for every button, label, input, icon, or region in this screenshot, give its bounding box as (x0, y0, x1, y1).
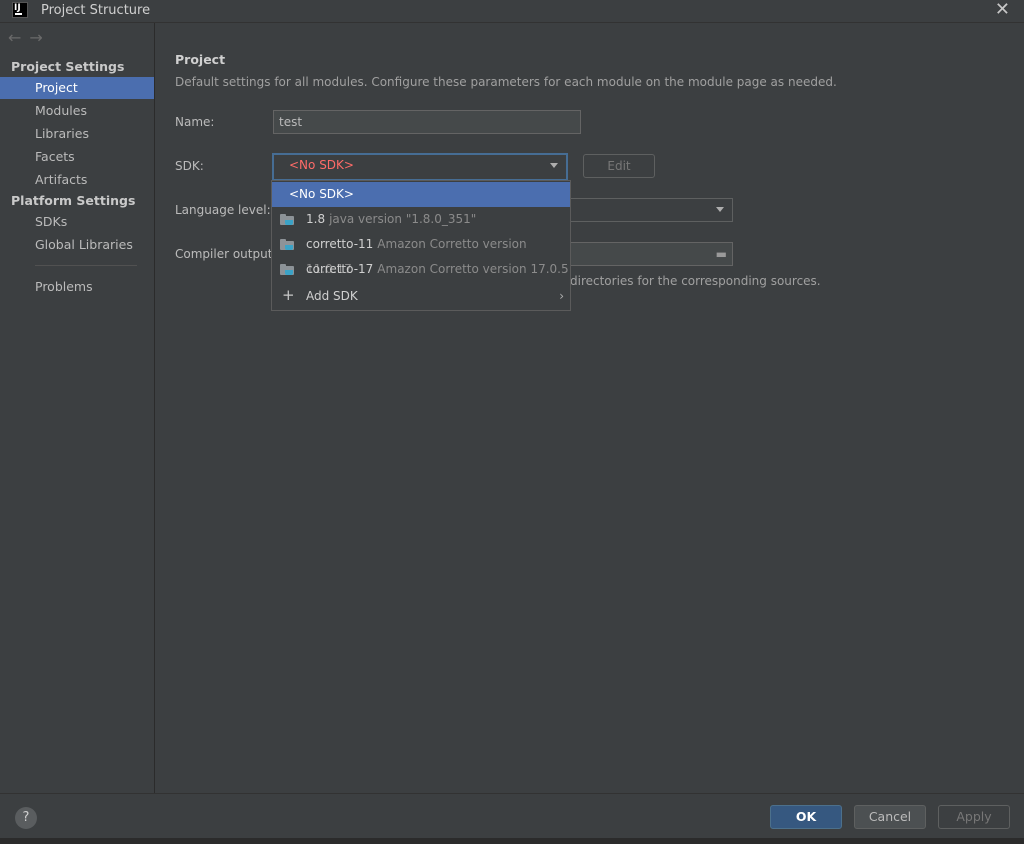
sidebar-item-facets[interactable]: Facets (0, 146, 154, 168)
sidebar-item-modules[interactable]: Modules (0, 100, 154, 122)
sdk-option-version: Amazon Corretto version 17.0.5 (377, 262, 569, 276)
help-icon[interactable]: ? (15, 807, 37, 829)
compiler-output-hint: directories for the corresponding source… (570, 274, 821, 288)
main-panel: Project Default settings for all modules… (155, 23, 1024, 793)
section-project-settings: Project Settings (11, 59, 125, 74)
page-title: Project (175, 52, 226, 67)
name-label: Name: (175, 115, 215, 129)
forward-arrow-icon[interactable]: → (29, 28, 42, 47)
sidebar-divider (35, 265, 137, 266)
apply-button[interactable]: Apply (938, 805, 1010, 829)
plus-icon: + (282, 286, 295, 304)
page-description: Default settings for all modules. Config… (175, 75, 837, 89)
history-nav: ← → (8, 28, 51, 47)
dropdown-caret-icon (550, 163, 558, 168)
sidebar-item-libraries[interactable]: Libraries (0, 123, 154, 145)
name-input[interactable]: test (273, 110, 581, 134)
sidebar-item-problems[interactable]: Problems (0, 276, 154, 298)
sdk-option-name: corretto-17 (306, 262, 374, 276)
cancel-button[interactable]: Cancel (854, 805, 926, 829)
add-sdk-menu-item[interactable]: + Add SDK › (272, 284, 570, 309)
edit-sdk-button[interactable]: Edit (583, 154, 655, 178)
close-icon[interactable]: ✕ (995, 0, 1010, 20)
sidebar-item-project[interactable]: Project (0, 77, 154, 99)
sidebar-item-global-libraries[interactable]: Global Libraries (0, 234, 154, 256)
compiler-output-label: Compiler output: (175, 247, 277, 261)
ok-button[interactable]: OK (770, 805, 842, 829)
intellij-app-icon: IJ (12, 2, 28, 18)
chevron-right-icon: › (559, 289, 564, 303)
sdk-option-label: <No SDK> (289, 187, 354, 201)
sdk-option-corretto-11[interactable]: corretto-11 Amazon Corretto version 11.0.… (272, 232, 570, 276)
sidebar-item-sdks[interactable]: SDKs (0, 211, 154, 233)
sdk-option-version: java version "1.8.0_351" (329, 212, 477, 226)
sdk-option-no-sdk[interactable]: <No SDK> (272, 182, 570, 207)
jdk-folder-icon (280, 214, 294, 225)
language-level-combobox[interactable] (570, 198, 733, 222)
dialog-button-bar: ? OK Cancel Apply (0, 793, 1024, 839)
sdk-option-name: corretto-11 (306, 237, 374, 251)
ide-status-strip (0, 838, 1024, 844)
sidebar-item-artifacts[interactable]: Artifacts (0, 169, 154, 191)
title-bar: IJ Project Structure ✕ (0, 0, 1024, 23)
sdk-selected-value: <No SDK> (289, 158, 354, 172)
sidebar: ← → Project Settings Project Modules Libr… (0, 23, 155, 793)
back-arrow-icon[interactable]: ← (8, 28, 21, 47)
language-level-label: Language level: (175, 203, 271, 217)
folder-icon[interactable]: ▬ (716, 247, 727, 261)
compiler-output-input[interactable]: ▬ (570, 242, 733, 266)
sdk-option-name: 1.8 (306, 212, 326, 226)
add-sdk-label: Add SDK (306, 289, 358, 303)
jdk-folder-icon (280, 264, 294, 275)
section-platform-settings: Platform Settings (11, 193, 136, 208)
sdk-option-corretto-17[interactable]: corretto-17 Amazon Corretto version 17.0.… (272, 257, 570, 282)
jdk-folder-icon (280, 239, 294, 250)
sdk-option-1-8[interactable]: 1.8 java version "1.8.0_351" (272, 207, 570, 232)
dropdown-caret-icon (716, 207, 724, 212)
sdk-dropdown-popup: <No SDK> 1.8 java version "1.8.0_351" cor… (271, 180, 571, 311)
sdk-combobox[interactable]: <No SDK> (272, 153, 568, 181)
sdk-label: SDK: (175, 159, 204, 173)
window-title: Project Structure (41, 3, 151, 18)
